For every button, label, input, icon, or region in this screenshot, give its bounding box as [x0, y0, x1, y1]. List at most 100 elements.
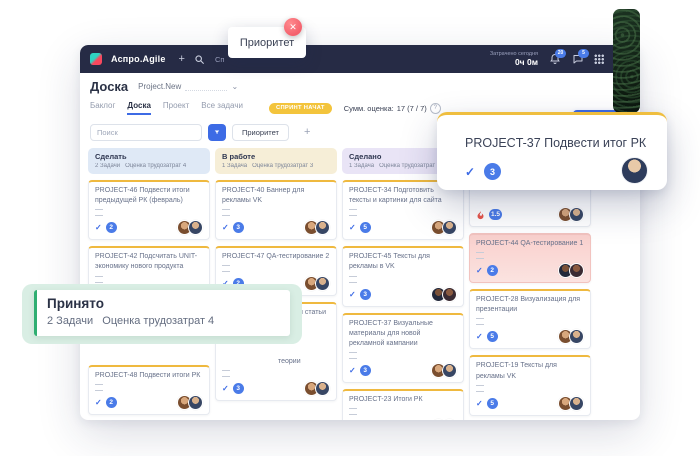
check-icon: ✓ [349, 366, 356, 375]
chevron-down-icon: ⌄ [231, 83, 238, 91]
check-icon: ✓ [476, 399, 483, 408]
top-navigation-bar: Аспро.Agile + Сп Затрачено сегодня 0ч 0м… [80, 45, 640, 73]
avatar-man [569, 207, 584, 222]
page-title: Доска [90, 79, 128, 94]
help-icon[interactable]: ? [430, 103, 441, 114]
card-status: 1.5 [476, 209, 502, 220]
priority-tooltip-label: Приоритет [240, 37, 294, 49]
estimate-badge: 3 [233, 383, 244, 394]
card-status: ✓3 [222, 222, 244, 233]
project-select[interactable]: Project.New ⌄ [138, 82, 238, 91]
messages-icon[interactable]: 5 [571, 53, 584, 66]
avatar-woman-dark [442, 287, 457, 302]
score-summary: Сумм. оценка: 17 (7 / 7) ? [344, 103, 441, 114]
description-icon [349, 209, 357, 216]
task-title: PROJECT-23 Итоги РК [349, 395, 457, 405]
check-icon: ✓ [222, 223, 229, 232]
close-icon[interactable]: ✕ [284, 18, 302, 36]
check-icon: ✓ [476, 332, 483, 341]
priority-filter-button[interactable]: Приоритет [232, 124, 289, 141]
description-icon [222, 265, 230, 272]
task-card[interactable]: PROJECT-19 Тексты для рекламы VK✓5 [469, 355, 591, 415]
app-name: Аспро.Agile [111, 54, 166, 64]
description-icon [476, 385, 484, 392]
description-icon [95, 276, 103, 283]
column-title: В работе [222, 152, 330, 161]
task-card[interactable]: PROJECT-23 Итоги РК✓5 [342, 389, 464, 420]
check-icon: ✓ [95, 223, 102, 232]
column-header[interactable]: В работе1 Задача Оценка трудозатрат 3 [215, 148, 337, 174]
card-status: ✓3 [349, 365, 371, 376]
task-title: PROJECT-34 Подготовить тексты и картинки… [349, 186, 457, 206]
estimate-badge: 3 [484, 163, 501, 180]
task-card[interactable]: PROJECT-46 Подвести итоги предыдущей РК … [88, 180, 210, 240]
assignees [177, 220, 203, 235]
task-card-overlay[interactable]: PROJECT-37 Подвести итог РК ✓ 3 [437, 112, 667, 190]
time-tracker-label: Затрачено сегодня [490, 51, 538, 58]
card-footer: ✓2 [95, 395, 203, 410]
assignees [431, 220, 457, 235]
card-footer: ✓3 [349, 363, 457, 378]
check-icon: ✓ [476, 266, 483, 275]
column-header[interactable]: Сделать2 Задачи Оценка трудозатрат 4 [88, 148, 210, 174]
task-card[interactable]: PROJECT-37 Визуальные материалы для ново… [342, 313, 464, 383]
app-logo-icon [90, 53, 102, 65]
search-icon[interactable] [194, 53, 206, 65]
description-icon [222, 209, 230, 216]
plus-icon[interactable]: + [179, 54, 185, 65]
description-icon [222, 370, 230, 377]
card-footer: ✓5 [349, 220, 457, 235]
decorative-plant [613, 9, 640, 113]
assignees [431, 419, 457, 420]
priority-tooltip: Приоритет ✕ [228, 27, 306, 58]
filter-button[interactable] [208, 124, 226, 141]
card-footer: 1.5 [476, 207, 584, 222]
topbar-menu-item[interactable]: Сп [215, 55, 224, 64]
accepted-tooltip-card: Принято 2 Задачи Оценка трудозатрат 4 [34, 290, 290, 336]
tab-Все задачи[interactable]: Все задачи [201, 101, 243, 115]
description-icon [349, 276, 357, 283]
tab-Проект[interactable]: Проект [163, 101, 189, 115]
task-title: PROJECT-46 Подвести итоги предыдущей РК … [95, 186, 203, 206]
estimate-badge: 2 [106, 397, 117, 408]
task-title: PROJECT-48 Подвести итоги РК [95, 371, 203, 381]
app-window: Аспро.Agile + Сп Затрачено сегодня 0ч 0м… [80, 45, 640, 420]
task-card[interactable]: PROJECT-40 Баннер для рекламы VK✓3 [215, 180, 337, 240]
assignees [304, 276, 330, 291]
estimate-badge: 2 [487, 265, 498, 276]
card-footer: ✓5 [476, 329, 584, 344]
search-input[interactable] [90, 124, 202, 141]
avatar-man [315, 220, 330, 235]
assignees [431, 287, 457, 302]
avatar-man [442, 220, 457, 235]
notifications-bell-icon[interactable]: 20 [548, 53, 561, 66]
task-card[interactable]: PROJECT-44 QA-тестирование 1✓2 [469, 233, 591, 283]
description-icon [349, 408, 357, 415]
card-status: ✓2 [476, 265, 498, 276]
task-title: PROJECT-28 Визуализация для презентации [476, 295, 584, 315]
tab-Доска[interactable]: Доска [127, 101, 150, 115]
description-icon [476, 318, 484, 325]
accepted-tooltip: Принято 2 Задачи Оценка трудозатрат 4 [22, 284, 302, 344]
check-icon: ✓ [349, 290, 356, 299]
estimate-badge: 3 [233, 222, 244, 233]
apps-grid-icon[interactable] [594, 54, 604, 64]
avatar-man [315, 276, 330, 291]
task-card[interactable]: PROJECT-48 Подвести итоги РК ✓2 [88, 365, 210, 415]
card-footer: ✓3 [222, 381, 330, 396]
tab-Баклог[interactable]: Баклог [90, 101, 115, 115]
add-filter-button[interactable]: + [298, 126, 316, 139]
task-card[interactable]: PROJECT-28 Визуализация для презентации ✓… [469, 289, 591, 349]
estimate-badge: 2 [106, 222, 117, 233]
assignees [304, 381, 330, 396]
card-status: ✓2 [95, 397, 117, 408]
card-status: ✓5 [349, 222, 371, 233]
assignees [431, 363, 457, 378]
accepted-subtitle: 2 Задачи Оценка трудозатрат 4 [47, 315, 280, 327]
task-card[interactable]: PROJECT-45 Тексты для рекламы в VK✓3 [342, 246, 464, 306]
task-overlay-footer: ✓ 3 [465, 163, 501, 180]
description-icon [95, 209, 103, 216]
card-status: ✓2 [95, 222, 117, 233]
task-title-cont: теории [222, 357, 330, 367]
card-status: ✓5 [476, 398, 498, 409]
